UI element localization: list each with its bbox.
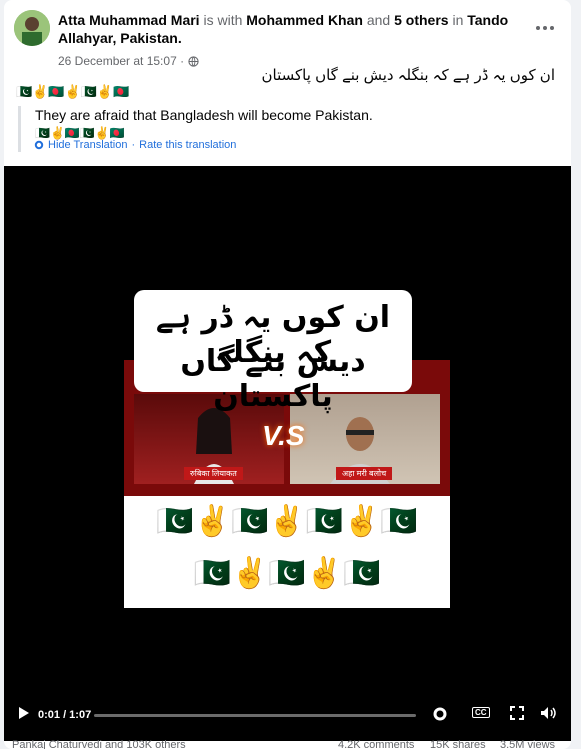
rate-translation-link[interactable]: Rate this translation bbox=[139, 139, 236, 151]
progress-bar[interactable] bbox=[94, 714, 416, 717]
globe-icon bbox=[188, 55, 199, 67]
shares-count[interactable]: 15K shares bbox=[430, 739, 486, 749]
views-count: 3.5M views bbox=[500, 739, 556, 749]
comments-count[interactable]: 4.2K comments bbox=[338, 739, 414, 749]
reactions-summary[interactable]: Pankaj Chaturvedi and 103K others bbox=[12, 739, 186, 749]
vs-text: V.S bbox=[262, 420, 305, 451]
volume-icon[interactable] bbox=[540, 706, 556, 720]
flag-emoji-box: 🇵🇰✌️🇵🇰✌️🇵🇰✌️🇵🇰 🇵🇰✌️🇵🇰✌️🇵🇰 bbox=[124, 496, 450, 608]
play-icon[interactable] bbox=[18, 706, 30, 720]
label-right: अहा मरी बलोच bbox=[336, 467, 393, 480]
video-controls: 0:01 / 1:07 CC bbox=[4, 696, 571, 736]
post-text: ان کوں یہ ڈر ہے کہ بنگلہ دیش بنے گاں پاک… bbox=[261, 67, 555, 84]
caption-line-2: دیش بنے گاں پاکستان bbox=[180, 344, 366, 414]
label-left: रुबिका लियाकत bbox=[184, 467, 243, 480]
post-meta: 26 December at 15:07 · bbox=[58, 54, 199, 68]
translation-text: They are afraid that Bangladesh will bec… bbox=[35, 107, 373, 123]
author-name[interactable]: Atta Muhammad Mari bbox=[58, 12, 200, 28]
header-line: Atta Muhammad Mari is with Mohammed Khan… bbox=[58, 12, 509, 46]
captions-button[interactable]: CC bbox=[472, 707, 490, 718]
tagged-others[interactable]: 5 others bbox=[394, 12, 448, 28]
more-options-icon[interactable] bbox=[533, 18, 557, 38]
video-player[interactable]: रुबिका लियाकत अहा मरी बलोच V.S ان کوں یہ… bbox=[4, 166, 571, 741]
gear-icon bbox=[34, 140, 44, 150]
hide-translation-link[interactable]: Hide Translation bbox=[48, 139, 128, 151]
tagged-user[interactable]: Mohammed Khan bbox=[246, 12, 363, 28]
post-footer: Pankaj Chaturvedi and 103K others 4.2K c… bbox=[4, 739, 571, 749]
settings-gear-icon[interactable] bbox=[432, 706, 448, 722]
post-card: Atta Muhammad Mari is with Mohammed Khan… bbox=[4, 0, 571, 749]
fullscreen-icon[interactable] bbox=[510, 706, 524, 720]
translation-emoji-line: 🇵🇰✌️🇧🇩🇵🇰✌️🇧🇩 bbox=[35, 126, 125, 140]
flag-row-1: 🇵🇰✌️🇵🇰✌️🇵🇰✌️🇵🇰 bbox=[156, 505, 418, 538]
timestamp[interactable]: 26 December at 15:07 · bbox=[58, 54, 184, 68]
avatar[interactable] bbox=[14, 10, 50, 46]
flag-row-2: 🇵🇰✌️🇵🇰✌️🇵🇰 bbox=[193, 557, 381, 590]
post-emoji-line: 🇵🇰✌️🇧🇩✌️🇵🇰✌️🇧🇩 bbox=[16, 84, 130, 99]
translation-actions: Hide Translation · Rate this translation bbox=[34, 139, 236, 151]
time-display: 0:01 / 1:07 bbox=[38, 709, 92, 721]
post-header: Atta Muhammad Mari is with Mohammed Khan… bbox=[14, 10, 561, 68]
caption-box: ان کوں یہ ڈر ہے کہ بنگلہ دیش بنے گاں پاک… bbox=[134, 290, 412, 414]
